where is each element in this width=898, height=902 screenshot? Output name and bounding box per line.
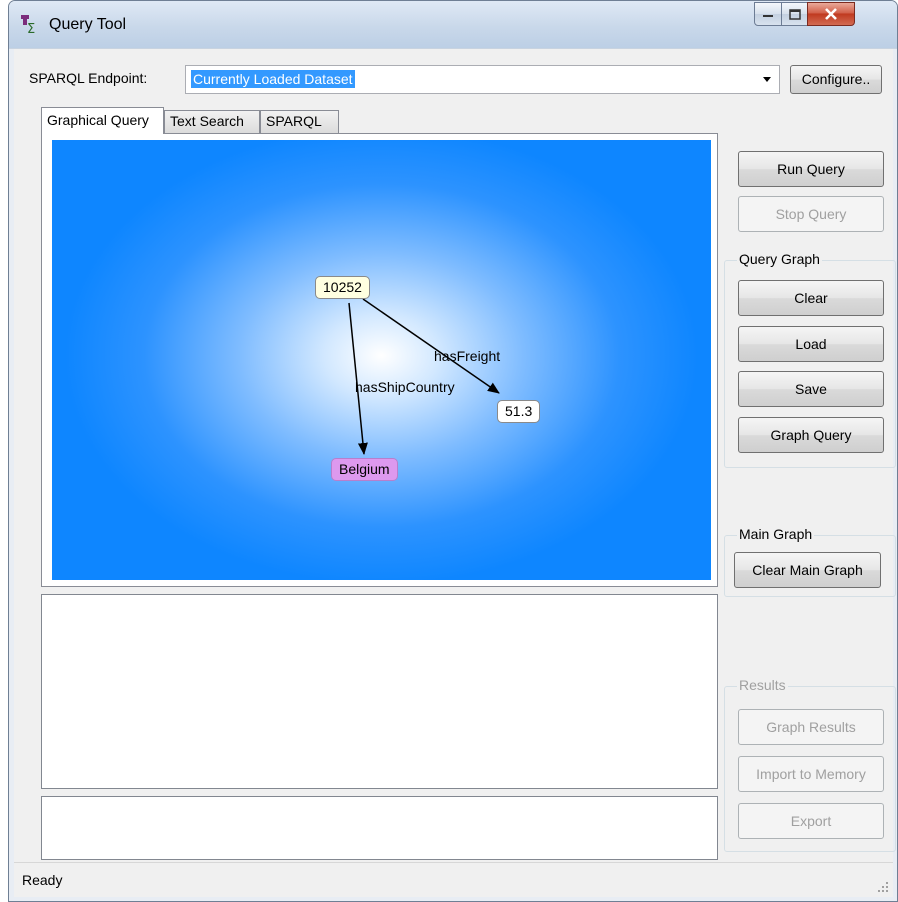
configure-button[interactable]: Configure.. — [790, 65, 882, 94]
graph-node[interactable]: 51.3 — [497, 400, 541, 423]
import-to-memory-button[interactable]: Import to Memory — [738, 756, 884, 792]
chevron-down-icon[interactable] — [763, 77, 771, 82]
minimize-icon — [763, 15, 773, 17]
main-graph-group-title: Main Graph — [737, 526, 815, 542]
save-button[interactable]: Save — [738, 371, 884, 407]
load-button[interactable]: Load — [738, 326, 884, 362]
message-area[interactable] — [41, 796, 718, 860]
query-graph-canvas[interactable]: 10252 51.3 Belgium hasFreight hasShipCou… — [52, 140, 711, 580]
status-text: Ready — [22, 872, 63, 888]
endpoint-selected-value: Currently Loaded Dataset — [191, 70, 355, 88]
close-icon — [825, 8, 837, 20]
query-output-area[interactable] — [41, 594, 718, 789]
tab-sparql[interactable]: SPARQL — [260, 110, 339, 133]
edge-label-hasshipcountry: hasShipCountry — [355, 379, 455, 395]
maximize-icon — [788, 8, 801, 20]
graphical-query-panel: 10252 51.3 Belgium hasFreight hasShipCou… — [41, 133, 718, 587]
stop-query-button[interactable]: Stop Query — [738, 196, 884, 232]
svg-text:Σ: Σ — [27, 22, 35, 34]
graph-node[interactable]: Belgium — [331, 458, 398, 481]
minimize-button[interactable] — [754, 2, 782, 26]
maximize-button[interactable] — [781, 2, 808, 26]
title-bar[interactable]: Σ Query Tool — [9, 1, 897, 49]
graph-edges — [348, 298, 500, 455]
clear-button[interactable]: Clear — [738, 280, 884, 316]
export-button[interactable]: Export — [738, 803, 884, 839]
graph-query-button[interactable]: Graph Query — [738, 417, 884, 453]
graph-results-button[interactable]: Graph Results — [738, 709, 884, 745]
close-button[interactable] — [807, 2, 855, 26]
edge-label-hasfreight: hasFreight — [434, 348, 501, 364]
query-graph-group-title: Query Graph — [737, 251, 822, 267]
clear-main-graph-button[interactable]: Clear Main Graph — [734, 552, 881, 588]
graph-node[interactable]: 10252 — [315, 276, 370, 299]
app-icon: Σ — [21, 15, 35, 34]
results-group-title: Results — [737, 677, 788, 693]
status-bar: Ready — [14, 862, 893, 897]
query-tool-window: Σ Query Tool SPARQL Endpoint: Currently … — [8, 0, 898, 902]
window-title: Query Tool — [49, 16, 127, 33]
endpoint-label: SPARQL Endpoint: — [29, 70, 148, 86]
run-query-button[interactable]: Run Query — [738, 151, 884, 187]
tab-graphical-query[interactable]: Graphical Query — [41, 107, 164, 134]
endpoint-dropdown[interactable]: Currently Loaded Dataset — [185, 65, 780, 94]
resize-grip-icon[interactable] — [877, 881, 889, 893]
tab-text-search[interactable]: Text Search — [164, 110, 260, 133]
client-area: SPARQL Endpoint: Currently Loaded Datase… — [14, 49, 896, 897]
